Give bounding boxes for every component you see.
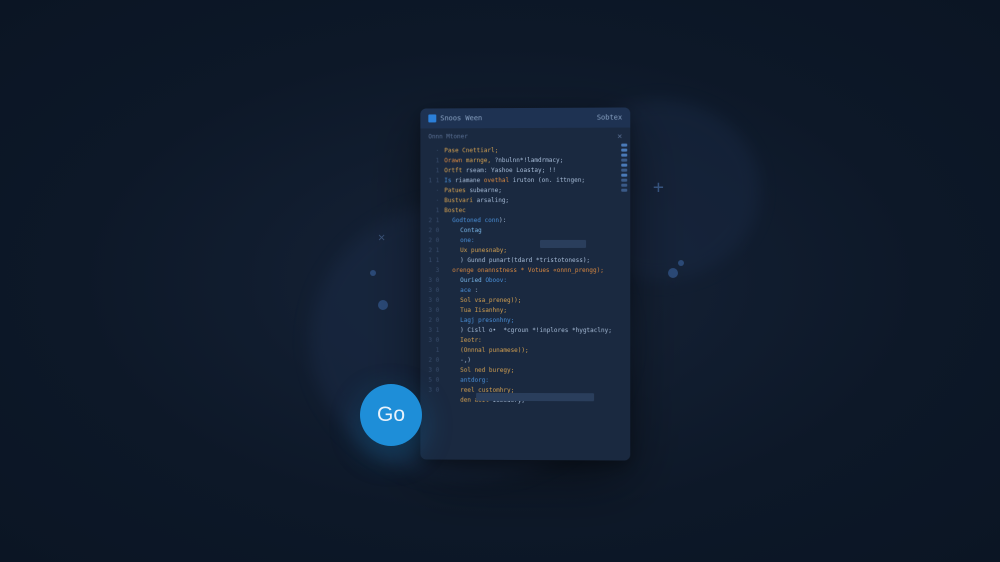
line-number: 1 1 (420, 256, 439, 266)
code-line: ) Cisll o• *cgroun *!inplores *hygtaclny… (444, 326, 626, 336)
code-line: Tua Iisanhny; (444, 306, 626, 316)
decorative-dot (370, 270, 376, 276)
tab-bar: Onnn Mtoner ✕ (420, 128, 630, 146)
decorative-dot (678, 260, 684, 266)
line-number: 2 0 (420, 236, 439, 246)
line-number: 2 1 (420, 216, 439, 226)
plus-icon[interactable]: + (653, 177, 664, 198)
decorative-dot (668, 268, 678, 278)
code-area: ·111 1··12 12 02 02 11 133 03 03 03 02 0… (420, 145, 630, 458)
line-number: 3 (420, 266, 439, 276)
code-line: Contag (444, 226, 626, 236)
code-line: Ouried Oboov: (444, 276, 626, 286)
line-number: 3 0 (420, 276, 439, 286)
app-icon (428, 114, 436, 122)
line-number: 3 0 (420, 386, 439, 396)
line-number: 1 (420, 206, 439, 216)
decorative-dot (378, 300, 388, 310)
code-line: Sol ned buregy; (444, 366, 626, 376)
go-language-badge: Go (360, 384, 422, 446)
code-line: ) Gunnd punart(tdard *tristotoness); (444, 256, 626, 266)
window-title: Snoos Ween (440, 114, 593, 123)
line-number: 1 1 (420, 176, 439, 186)
code-line: -,) (444, 356, 626, 366)
highlight-bar (540, 240, 586, 248)
line-number: 5 0 (420, 376, 439, 386)
close-icon[interactable]: ✕ (378, 230, 385, 244)
line-number: 2 0 (420, 356, 439, 366)
line-number: 3 0 (420, 306, 439, 316)
code-line: antdorg: (444, 376, 626, 387)
window-right-label: Sobtex (597, 114, 622, 122)
code-line: Ieotr: (444, 336, 626, 346)
code-line: Ortft rseam: Yashoe Loastay; !! (444, 166, 626, 177)
line-number: 1 (420, 166, 439, 176)
minimap-scrollbar[interactable] (621, 144, 627, 453)
code-content[interactable]: Pase Cnettiarl;Orawn marnge, ?nbulnn*!la… (442, 145, 630, 458)
tab-label[interactable]: Onnn Mtoner (428, 133, 468, 140)
code-line: Ux punesnaby; (444, 246, 626, 256)
code-line: (Onnnal punamese)); (444, 346, 626, 356)
code-line: Bustvari arsaling; (444, 196, 626, 206)
line-number: · (420, 196, 439, 206)
highlight-bar (476, 393, 594, 401)
line-number: 3 0 (420, 286, 439, 296)
line-number: 3 0 (420, 366, 439, 376)
code-line: Patues subearne; (444, 186, 626, 196)
close-icon[interactable]: ✕ (617, 132, 622, 141)
code-line: Godtoned conn): (444, 216, 626, 226)
line-number: 2 0 (420, 316, 439, 326)
code-line: Sol vsa_preneg)); (444, 296, 626, 306)
code-line: Pase Cnettiarl; (444, 146, 626, 157)
line-number: · (420, 146, 439, 156)
line-number: 3 0 (420, 336, 439, 346)
code-line: orenge onannstness * Votues «onnn_prengg… (444, 266, 626, 276)
code-line: Lagj presonhny; (444, 316, 626, 326)
code-line: Orawn marnge, ?nbulnn*!lamdrmacy; (444, 156, 626, 167)
line-number: 1 (420, 346, 439, 356)
line-number: · (420, 186, 439, 196)
go-badge-label: Go (377, 403, 405, 427)
line-number: 1 (420, 156, 439, 166)
code-line: Bostec (444, 206, 626, 216)
titlebar: Snoos Ween Sobtex (420, 107, 630, 128)
code-line: Is riamane ovethal iruton (on. ittngen; (444, 176, 626, 187)
line-number: 3 1 (420, 326, 439, 336)
line-number: 2 0 (420, 226, 439, 236)
code-line: ace : (444, 286, 626, 296)
editor-window: Snoos Ween Sobtex Onnn Mtoner ✕ ·111 1··… (420, 107, 630, 460)
code-line: one: (444, 236, 626, 246)
line-number: 3 0 (420, 296, 439, 306)
line-gutter: ·111 1··12 12 02 02 11 133 03 03 03 02 0… (420, 145, 442, 456)
line-number: 2 1 (420, 246, 439, 256)
